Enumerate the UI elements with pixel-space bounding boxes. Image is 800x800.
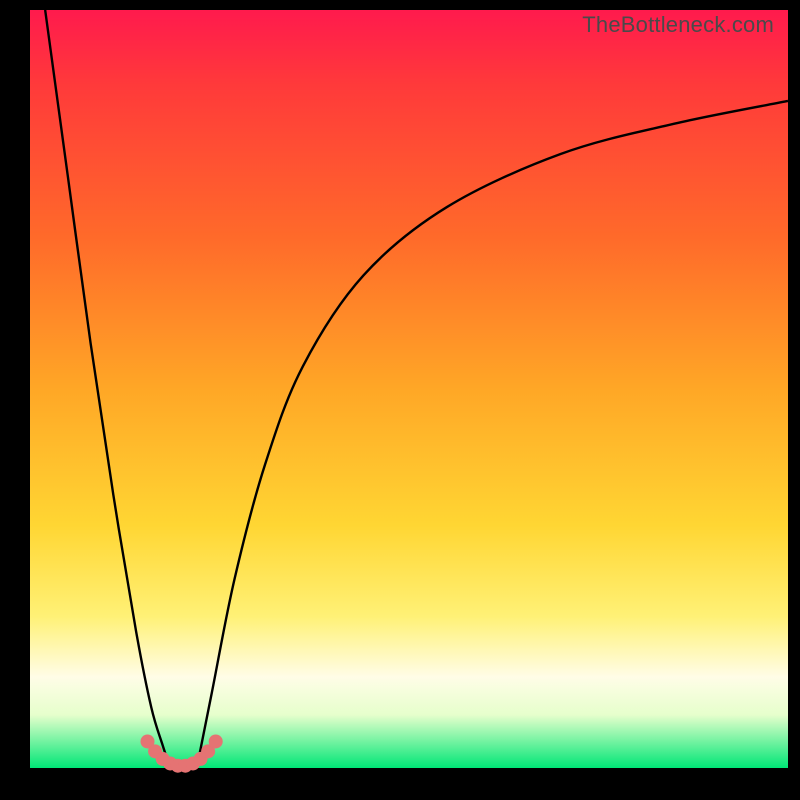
bottom-dots-group — [140, 734, 222, 772]
curve-layer — [30, 10, 788, 768]
plot-area: TheBottleneck.com — [30, 10, 788, 768]
right-curve-path — [197, 101, 788, 768]
chart-frame: TheBottleneck.com — [0, 0, 800, 800]
bottom-dot — [209, 734, 223, 748]
left-curve-path — [45, 10, 170, 768]
